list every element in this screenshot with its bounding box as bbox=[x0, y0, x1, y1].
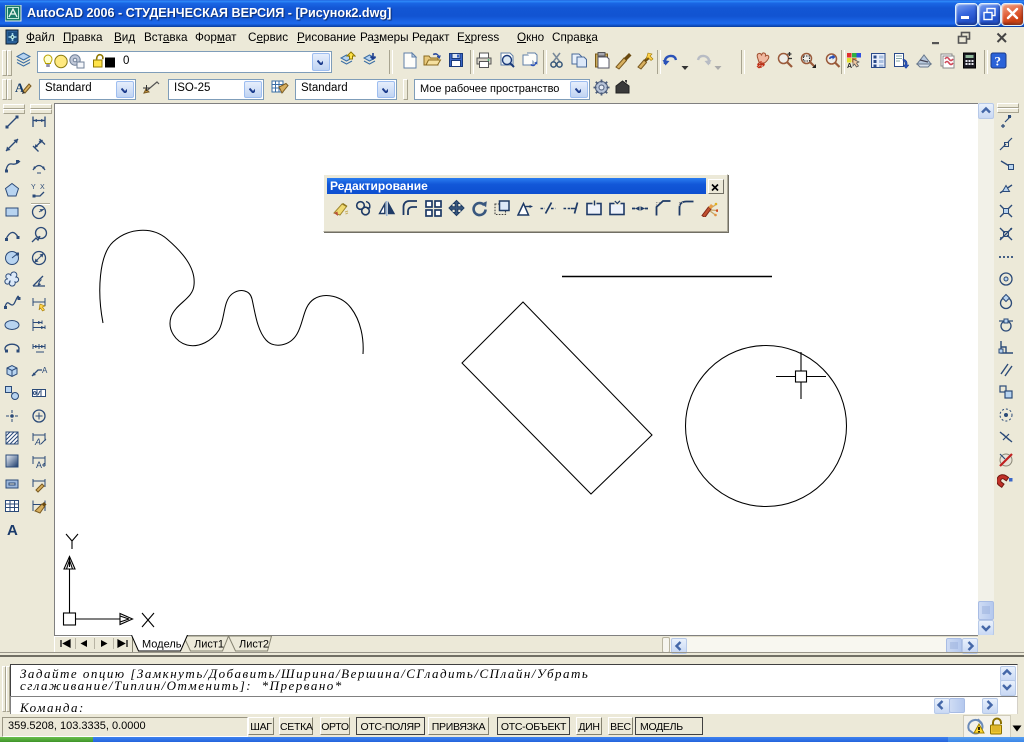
svg-text:X: X bbox=[40, 184, 45, 191]
svg-text:A: A bbox=[7, 522, 18, 538]
svg-text:A: A bbox=[36, 460, 42, 470]
svg-text:A: A bbox=[34, 437, 41, 447]
svg-text:Модель: Модель bbox=[142, 639, 182, 651]
svg-text:Y: Y bbox=[31, 184, 36, 191]
svg-text:?: ? bbox=[995, 54, 1002, 69]
svg-text:Лист2: Лист2 bbox=[239, 639, 269, 651]
svg-text:A: A bbox=[847, 63, 852, 70]
svg-text:Лист1: Лист1 bbox=[194, 639, 224, 651]
svg-text:A: A bbox=[42, 366, 48, 375]
